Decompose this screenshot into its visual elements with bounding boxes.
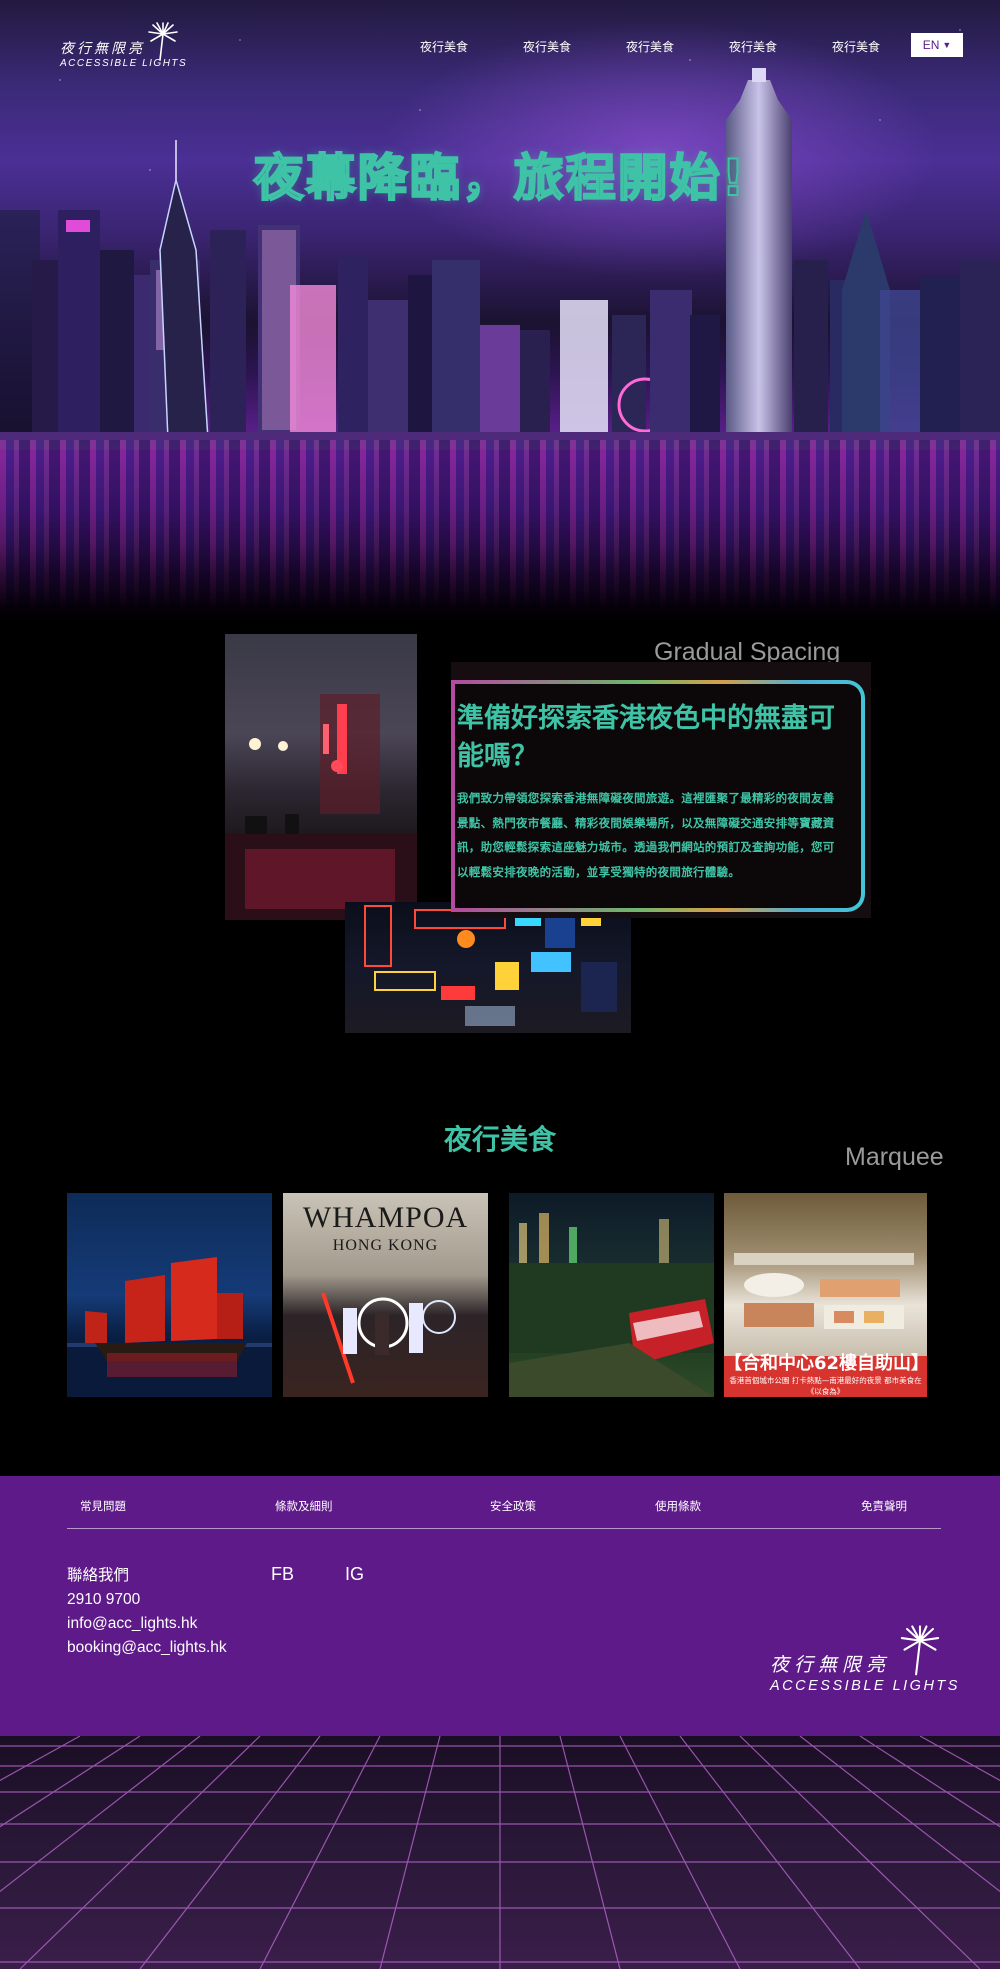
buffet-banner-subtitle: 香港首個城市公園 打卡熱點—南港最好的夜景 都市美食在《以食為》 — [729, 1376, 922, 1396]
nav-item-1[interactable]: 夜行美食 — [420, 38, 468, 55]
city-skyline-illustration — [0, 68, 1000, 450]
language-label: EN — [922, 38, 940, 52]
food-card-buffet[interactable]: 【合和中心62樓自助山】 香港首個城市公園 打卡熱點—南港最好的夜景 都市美食在… — [724, 1193, 927, 1397]
buffet-banner-title: 【合和中心62樓自助山】 — [724, 1353, 927, 1374]
intro-card: 準備好探索香港夜色中的無盡可能嗎？ 我們致力帶領您探索香港無障礙夜間旅遊。這裡匯… — [451, 662, 871, 918]
hero-title: 夜幕降臨，旅程開始! — [253, 148, 747, 208]
effect-label-marquee: Marquee — [845, 1143, 944, 1171]
footer-brand-logo[interactable]: 夜行無限亮 ACCESSIBLE LIGHTS — [770, 1624, 970, 1704]
footer-link-faq[interactable]: 常見問題 — [80, 1498, 126, 1514]
performers-image — [321, 1292, 456, 1384]
language-switcher[interactable]: EN ▼ — [911, 33, 963, 57]
footer-logo-text-zh: 夜行無限亮 — [770, 1654, 891, 1676]
contact-heading: 聯絡我們 — [67, 1567, 130, 1584]
retro-grid-floor — [0, 1736, 1000, 1969]
food-card-peak-tram[interactable] — [509, 1193, 714, 1397]
contact-email-booking[interactable]: booking@acc_lights.hk — [67, 1636, 227, 1660]
brand-logo[interactable]: 夜行無限亮 ACCESSIBLE LIGHTS — [60, 22, 190, 72]
nav-item-5[interactable]: 夜行美食 — [832, 38, 880, 55]
nav-item-2[interactable]: 夜行美食 — [523, 38, 571, 55]
palm-tree-icon — [900, 1625, 940, 1676]
contact-block: 聯絡我們 2910 9700 info@acc_lights.hk bookin… — [67, 1564, 227, 1660]
footer-link-terms[interactable]: 條款及細則 — [275, 1498, 333, 1514]
instagram-link[interactable]: IG — [345, 1564, 364, 1585]
footer-link-terms-of-use[interactable]: 使用條款 — [655, 1498, 701, 1514]
rainy-street-photo — [225, 634, 417, 920]
logo-text-en: ACCESSIBLE LIGHTS — [60, 58, 188, 69]
harbour-reflection — [0, 440, 1000, 610]
food-card-whampoa[interactable]: WHAMPOA HONG KONG — [283, 1193, 488, 1397]
footer-divider — [67, 1528, 941, 1529]
nav-item-3[interactable]: 夜行美食 — [626, 38, 674, 55]
neon-signs-photo — [345, 902, 631, 1033]
caret-down-icon: ▼ — [942, 40, 952, 50]
site-footer: 常見問題 條款及細則 安全政策 使用條款 免責聲明 聯絡我們 2910 9700… — [0, 1476, 1000, 1736]
footer-link-safety[interactable]: 安全政策 — [490, 1498, 536, 1514]
junk-boat-image — [67, 1257, 272, 1397]
footer-link-disclaimer[interactable]: 免責聲明 — [861, 1498, 907, 1514]
hero-banner: 夜行無限亮 ACCESSIBLE LIGHTS 夜行美食 夜行美食 夜行美食 夜… — [0, 0, 1000, 620]
main-nav: 夜行美食 夜行美食 夜行美食 夜行美食 夜行美食 — [420, 38, 880, 55]
intro-heading: 準備好探索香港夜色中的無盡可能嗎？ — [457, 703, 835, 772]
contact-phone[interactable]: 2910 9700 — [67, 1588, 227, 1612]
peak-tram-image — [509, 1213, 714, 1397]
facebook-link[interactable]: FB — [271, 1564, 294, 1585]
contact-email-info[interactable]: info@acc_lights.hk — [67, 1612, 227, 1636]
intro-body: 我們致力帶領您探索香港無障礙夜間旅遊。這裡匯聚了最精彩的夜間友善景點、熱門夜市餐… — [457, 791, 835, 879]
footer-links: 常見問題 條款及細則 安全政策 使用條款 免責聲明 — [0, 1498, 1000, 1518]
footer-logo-text-en: ACCESSIBLE LIGHTS — [770, 1678, 960, 1694]
palm-tree-icon — [148, 22, 178, 61]
logo-text-zh: 夜行無限亮 — [60, 41, 145, 57]
food-card-junk-boat[interactable] — [67, 1193, 272, 1397]
nav-item-4[interactable]: 夜行美食 — [729, 38, 777, 55]
